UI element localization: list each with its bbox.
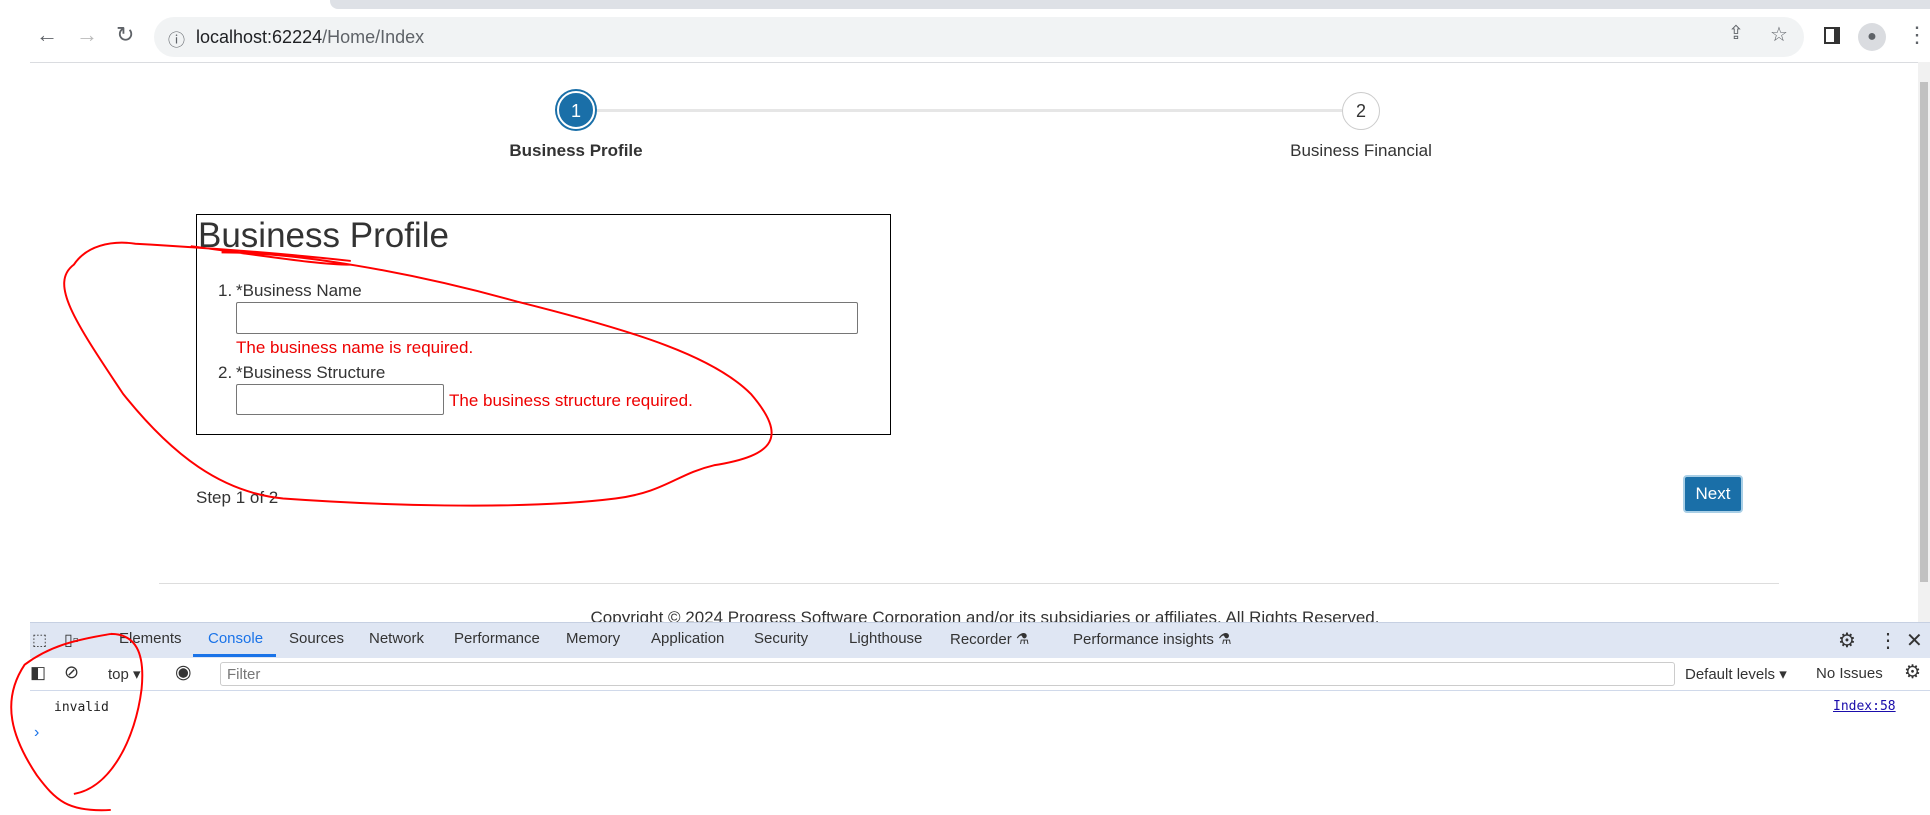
tab-network[interactable]: Network: [369, 630, 424, 647]
stepper-line: [596, 109, 1342, 112]
close-icon[interactable]: ✕: [1906, 628, 1923, 653]
more-icon[interactable]: ⋮: [1878, 628, 1898, 653]
tab-elements[interactable]: Elements: [119, 630, 182, 647]
step-indicator-text: Step 1 of 2: [196, 488, 279, 507]
log-levels-dropdown[interactable]: Default levels ▾: [1685, 665, 1787, 683]
console-message: invalid: [54, 700, 109, 715]
url-text[interactable]: localhost:62224/Home/Index: [196, 27, 424, 48]
tab-sources[interactable]: Sources: [289, 630, 344, 647]
business-structure-error: The business structure required.: [449, 391, 693, 410]
step-2-indicator[interactable]: 2: [1342, 92, 1380, 130]
field-number: 1.: [218, 281, 233, 300]
business-structure-label: *Business Structure: [236, 363, 386, 382]
eye-icon[interactable]: ◉: [175, 661, 192, 684]
divider: [30, 62, 1918, 63]
business-name-error: The business name is required.: [236, 338, 474, 357]
console-source-link[interactable]: Index:58: [1833, 699, 1896, 714]
menu-icon[interactable]: ⋮: [1906, 22, 1928, 48]
tab-memory[interactable]: Memory: [566, 630, 620, 647]
forward-icon[interactable]: →: [76, 22, 98, 48]
tab-performance[interactable]: Performance: [454, 630, 540, 647]
tab-console[interactable]: Console: [208, 630, 263, 647]
step-1-label[interactable]: Business Profile: [426, 141, 726, 161]
url-host: localhost:62224: [196, 27, 323, 47]
step-2-label[interactable]: Business Financial: [1211, 141, 1511, 161]
page-scrollbar[interactable]: [1918, 62, 1930, 622]
inspect-icon[interactable]: ⬚: [32, 630, 47, 650]
share-icon[interactable]: ⇪: [1728, 22, 1744, 45]
tab-performance-insights[interactable]: Performance insights ⚗: [1073, 630, 1232, 648]
business-name-label: *Business Name: [236, 281, 362, 300]
console-settings-icon[interactable]: ⚙: [1904, 661, 1921, 684]
next-button[interactable]: Next: [1683, 475, 1743, 513]
settings-icon[interactable]: ⚙: [1838, 628, 1856, 653]
profile-icon[interactable]: ●: [1858, 23, 1886, 51]
filter-input[interactable]: Filter: [220, 662, 1675, 686]
side-panel-icon[interactable]: [1824, 27, 1840, 44]
context-value: top: [108, 666, 129, 683]
field-number: 2.: [218, 363, 233, 382]
active-tab-indicator: [193, 654, 276, 657]
issues-button[interactable]: No Issues: [1816, 665, 1883, 682]
info-icon[interactable]: ⓘ: [168, 26, 185, 51]
business-structure-input[interactable]: [236, 384, 444, 415]
tab-security[interactable]: Security: [754, 630, 808, 647]
step-1-indicator[interactable]: 1: [557, 91, 595, 129]
business-name-input[interactable]: [236, 302, 858, 334]
reload-icon[interactable]: ↻: [116, 22, 134, 48]
back-icon[interactable]: ←: [36, 22, 58, 48]
device-toolbar-icon[interactable]: ▯▫: [64, 630, 78, 650]
tab-application[interactable]: Application: [651, 630, 724, 647]
sidebar-toggle-icon[interactable]: ◧: [30, 663, 46, 683]
tab-recorder[interactable]: Recorder ⚗: [950, 630, 1029, 648]
tab-strip: [330, 0, 1930, 9]
console-prompt[interactable]: ›: [34, 724, 39, 742]
clear-console-icon[interactable]: ⊘: [64, 662, 79, 683]
footer-divider: [159, 583, 1779, 584]
tab-lighthouse[interactable]: Lighthouse: [849, 630, 922, 647]
url-path: /Home/Index: [322, 27, 425, 47]
context-select[interactable]: top ▾: [108, 665, 141, 683]
scrollbar-thumb[interactable]: [1920, 82, 1928, 582]
form-title: Business Profile: [198, 216, 449, 255]
levels-value: Default levels: [1685, 666, 1776, 683]
star-icon[interactable]: ☆: [1770, 22, 1788, 47]
